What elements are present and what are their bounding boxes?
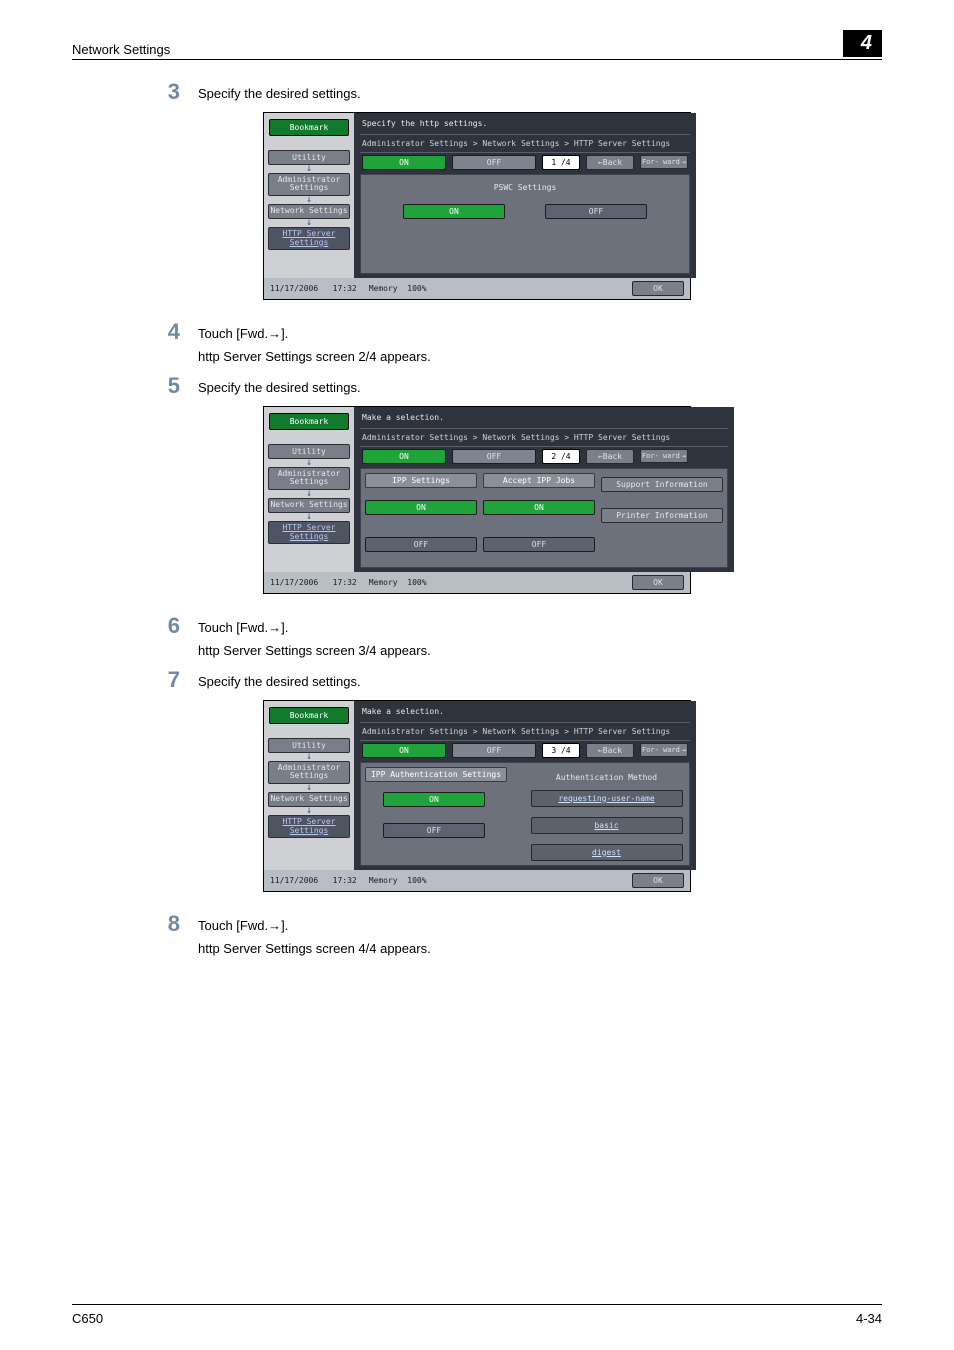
breadcrumb: Administrator Settings > Network Setting… (360, 722, 690, 740)
instruction-text: Make a selection. (360, 705, 690, 722)
step-text: Specify the desired settings. (198, 672, 882, 692)
forward-button[interactable]: For- ward→ (640, 449, 688, 463)
arrow-down-icon: ↓ (306, 492, 312, 496)
step-text: Touch [Fwd.→]. (198, 324, 882, 344)
arrow-down-icon: ↓ (306, 755, 312, 759)
forward-button[interactable]: For- ward→ (640, 743, 688, 757)
sidebar-admin[interactable]: Administrator Settings (268, 761, 350, 785)
arrow-down-icon: ↓ (306, 515, 312, 519)
back-button[interactable]: ←Back (586, 155, 634, 170)
step-text: Touch [Fwd.→]. (198, 618, 882, 638)
step-number: 6 (150, 615, 180, 637)
breadcrumb: Administrator Settings > Network Setting… (360, 134, 690, 152)
screenshot-panel-2: Bookmark Utility ↓ Administrator Setting… (263, 406, 691, 594)
forward-button[interactable]: For- ward→ (640, 155, 688, 169)
step-text: Touch [Fwd.→]. (198, 916, 882, 936)
instruction-text: Specify the http settings. (360, 117, 690, 134)
status-memory-label: Memory (369, 284, 398, 293)
status-date: 11/17/2006 (270, 578, 318, 587)
status-memory-label: Memory (369, 578, 398, 587)
breadcrumb: Administrator Settings > Network Setting… (360, 428, 728, 446)
back-button[interactable]: ←Back (586, 743, 634, 758)
pswc-on-button[interactable]: ON (403, 204, 505, 219)
on-button[interactable]: ON (362, 449, 446, 464)
page-indicator: 3 /4 (542, 743, 580, 758)
ipp-auth-label: IPP Authentication Settings (365, 767, 507, 782)
page-indicator: 2 /4 (542, 449, 580, 464)
printer-info-button[interactable]: Printer Information (601, 508, 723, 523)
ipp-settings-label: IPP Settings (365, 473, 477, 488)
auth-off-button[interactable]: OFF (383, 823, 485, 838)
on-button[interactable]: ON (362, 743, 446, 758)
auth-method-header: Authentication Method (528, 767, 685, 790)
off-button[interactable]: OFF (452, 449, 536, 464)
step-text: Specify the desired settings. (198, 378, 882, 398)
auth-on-button[interactable]: ON (383, 792, 485, 807)
status-date: 11/17/2006 (270, 876, 318, 885)
sidebar-http[interactable]: HTTP Server Settings (268, 521, 350, 545)
sidebar-admin[interactable]: Administrator Settings (268, 173, 350, 197)
sidebar-http[interactable]: HTTP Server Settings (268, 815, 350, 839)
ipp-off-button[interactable]: OFF (365, 537, 477, 552)
status-memory-value: 100% (407, 578, 426, 587)
status-date: 11/17/2006 (270, 284, 318, 293)
sidebar-admin[interactable]: Administrator Settings (268, 467, 350, 491)
bookmark-button[interactable]: Bookmark (269, 119, 349, 136)
step-number: 8 (150, 913, 180, 935)
step-subtext: http Server Settings screen 4/4 appears. (198, 941, 882, 956)
accept-off-button[interactable]: OFF (483, 537, 595, 552)
step-text: Specify the desired settings. (198, 84, 882, 104)
method-digest[interactable]: digest (531, 844, 683, 861)
page-title: Network Settings (72, 42, 170, 57)
step-number: 3 (150, 81, 180, 103)
status-memory-value: 100% (407, 876, 426, 885)
step-number: 5 (150, 375, 180, 397)
section-label: PSWC Settings (365, 179, 685, 204)
ok-button[interactable]: OK (632, 281, 684, 296)
screenshot-panel-1: Bookmark Utility ↓ Administrator Setting… (263, 112, 691, 300)
step-number: 4 (150, 321, 180, 343)
chapter-badge: 4 (843, 30, 882, 57)
method-basic[interactable]: basic (531, 817, 683, 834)
bookmark-button[interactable]: Bookmark (269, 413, 349, 430)
arrow-down-icon: ↓ (306, 221, 312, 225)
ipp-on-button[interactable]: ON (365, 500, 477, 515)
support-info-button[interactable]: Support Information (601, 477, 723, 492)
pswc-off-button[interactable]: OFF (545, 204, 647, 219)
footer-left: C650 (72, 1311, 103, 1326)
arrow-down-icon: ↓ (306, 198, 312, 202)
instruction-text: Make a selection. (360, 411, 728, 428)
status-time: 17:32 (333, 578, 357, 587)
status-memory-label: Memory (369, 876, 398, 885)
screenshot-panel-3: Bookmark Utility ↓ Administrator Setting… (263, 700, 691, 892)
ok-button[interactable]: OK (632, 575, 684, 590)
on-button[interactable]: ON (362, 155, 446, 170)
accept-ipp-label: Accept IPP Jobs (483, 473, 595, 488)
sidebar-http[interactable]: HTTP Server Settings (268, 227, 350, 251)
off-button[interactable]: OFF (452, 743, 536, 758)
ok-button[interactable]: OK (632, 873, 684, 888)
step-subtext: http Server Settings screen 2/4 appears. (198, 349, 882, 364)
arrow-down-icon: ↓ (306, 786, 312, 790)
bookmark-button[interactable]: Bookmark (269, 707, 349, 724)
accept-on-button[interactable]: ON (483, 500, 595, 515)
footer-right: 4-34 (856, 1311, 882, 1326)
status-memory-value: 100% (407, 284, 426, 293)
page-indicator: 1 /4 (542, 155, 580, 170)
status-time: 17:32 (333, 284, 357, 293)
arrow-down-icon: ↓ (306, 461, 312, 465)
off-button[interactable]: OFF (452, 155, 536, 170)
arrow-down-icon: ↓ (306, 167, 312, 171)
step-number: 7 (150, 669, 180, 691)
back-button[interactable]: ←Back (586, 449, 634, 464)
arrow-down-icon: ↓ (306, 809, 312, 813)
status-time: 17:32 (333, 876, 357, 885)
method-requesting-user[interactable]: requesting-user-name (531, 790, 683, 807)
step-subtext: http Server Settings screen 3/4 appears. (198, 643, 882, 658)
